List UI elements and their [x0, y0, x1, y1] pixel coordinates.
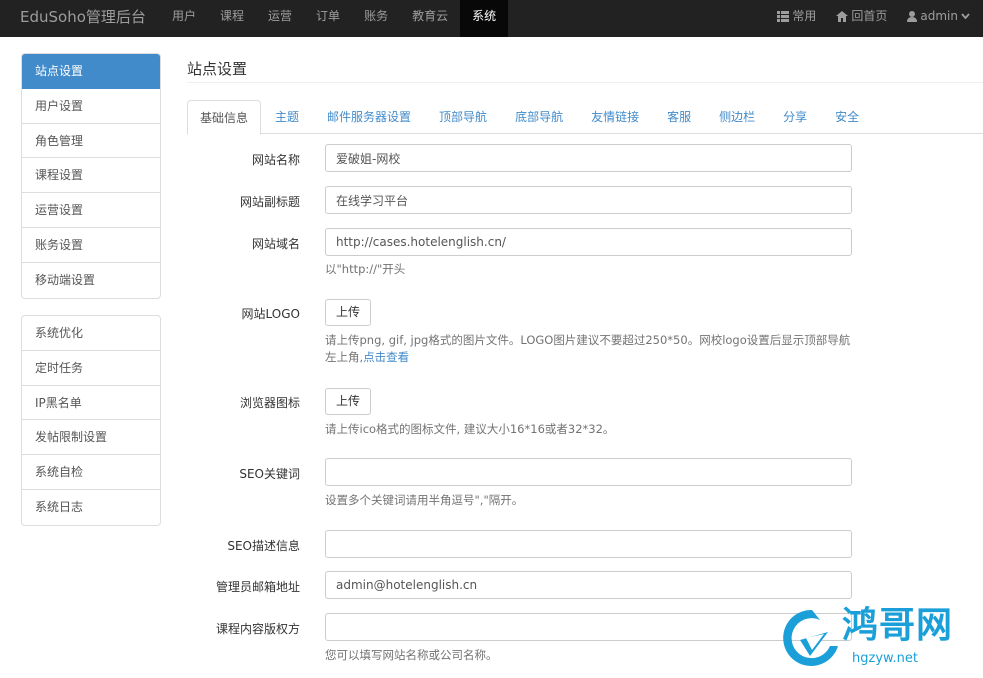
copyright-input[interactable]: [325, 613, 852, 641]
sidebar-item-operation-settings[interactable]: 运营设置: [22, 193, 160, 228]
sidebar-item-course-settings[interactable]: 课程设置: [22, 158, 160, 194]
tab-basic-info[interactable]: 基础信息: [187, 100, 262, 135]
user-icon: [907, 10, 918, 22]
nav-item-system[interactable]: 系统: [460, 0, 509, 37]
master-email-input[interactable]: [325, 571, 852, 599]
sidebar-settings-group: 站点设置 用户设置 角色管理 课程设置 运营设置 账务设置 移动端设置: [21, 53, 161, 299]
top-navbar: EduSoho管理后台 用户 课程 运营 订单 账务 教育云 系统 常用 回首页…: [0, 0, 983, 37]
logo-help-text: 请上传png, gif, jpg格式的图片文件。LOGO图片建议不要超过250*…: [325, 333, 851, 347]
logo-view-link[interactable]: 点击查看: [363, 350, 409, 364]
sidebar-item-system-log[interactable]: 系统日志: [22, 490, 160, 525]
master-email-label: 管理员邮箱地址: [215, 580, 300, 594]
site-url-input[interactable]: [325, 228, 852, 256]
sidebar-system-group: 系统优化 定时任务 IP黑名单 发帖限制设置 系统自检 系统日志: [21, 315, 161, 526]
sidebar-item-ip-blacklist[interactable]: IP黑名单: [22, 386, 160, 421]
copyright-label: 课程内容版权方: [215, 622, 300, 636]
watermark: 鸿哥网 hgzyw.net: [780, 604, 980, 674]
logo-upload-button[interactable]: 上传: [325, 299, 371, 326]
settings-tabs: 基础信息 主题 邮件服务器设置 顶部导航 底部导航 友情链接 客服 侧边栏 分享…: [187, 100, 983, 135]
home-icon: [836, 10, 849, 22]
nav-item-operations[interactable]: 运营: [256, 0, 304, 37]
site-slogan-input[interactable]: [325, 186, 852, 214]
tab-friend-links[interactable]: 友情链接: [577, 100, 653, 134]
seo-description-label: SEO描述信息: [227, 539, 300, 553]
home-label: 回首页: [851, 9, 888, 23]
home-link[interactable]: 回首页: [826, 0, 897, 32]
site-name-input[interactable]: [325, 144, 852, 172]
sidebar-item-account-settings[interactable]: 账务设置: [22, 228, 160, 263]
sidebar-item-scheduled-tasks[interactable]: 定时任务: [22, 351, 160, 386]
nav-item-orders[interactable]: 订单: [304, 0, 352, 37]
sidebar-item-mobile-settings[interactable]: 移动端设置: [22, 263, 160, 298]
logo-label: 网站LOGO: [241, 307, 300, 321]
brand-title[interactable]: EduSoho管理后台: [20, 8, 146, 26]
sidebar-item-site-settings[interactable]: 站点设置: [22, 54, 160, 89]
nav-right: 常用 回首页 admin: [767, 0, 983, 37]
chevron-down-icon: [961, 13, 970, 19]
common-menu-button[interactable]: 常用: [767, 0, 826, 32]
list-icon: [777, 10, 790, 22]
user-name: admin: [920, 9, 958, 23]
tab-theme[interactable]: 主题: [261, 100, 313, 134]
site-url-help: 以"http://"开头: [325, 262, 406, 276]
page-title: 站点设置: [187, 60, 248, 78]
tab-security[interactable]: 安全: [821, 100, 873, 134]
tab-share[interactable]: 分享: [769, 100, 821, 134]
seo-description-input[interactable]: [325, 530, 852, 558]
seo-keywords-input[interactable]: [325, 458, 852, 486]
nav-item-users[interactable]: 用户: [160, 0, 208, 37]
sidebar-item-user-settings[interactable]: 用户设置: [22, 89, 160, 124]
logo-help: 请上传png, gif, jpg格式的图片文件。LOGO图片建议不要超过250*…: [325, 332, 865, 366]
title-divider: [187, 82, 983, 83]
site-url-label: 网站域名: [251, 237, 300, 251]
watermark-url: hgzyw.net: [852, 651, 918, 666]
nav-item-accounts[interactable]: 账务: [352, 0, 400, 37]
main-menu: 用户 课程 运营 订单 账务 教育云 系统: [160, 0, 509, 37]
tab-customer-service[interactable]: 客服: [653, 100, 705, 134]
sidebar-item-post-limit[interactable]: 发帖限制设置: [22, 420, 160, 456]
watermark-logo-icon: [783, 609, 838, 666]
sidebar-item-role-management[interactable]: 角色管理: [22, 124, 160, 159]
logo-help-text-2: 左上角,: [325, 350, 364, 364]
seo-keywords-help: 设置多个关键词请用半角逗号","隔开。: [325, 493, 524, 507]
tab-sidebar[interactable]: 侧边栏: [705, 100, 769, 134]
copyright-help: 您可以填写网站名称或公司名称。: [325, 648, 498, 662]
site-name-label: 网站名称: [251, 153, 300, 167]
favicon-help: 请上传ico格式的图标文件, 建议大小16*16或者32*32。: [325, 422, 615, 436]
nav-item-courses[interactable]: 课程: [208, 0, 256, 37]
favicon-upload-button[interactable]: 上传: [325, 388, 371, 415]
user-menu[interactable]: admin: [897, 0, 983, 32]
tab-mail-server[interactable]: 邮件服务器设置: [313, 100, 425, 134]
favicon-label: 浏览器图标: [239, 396, 300, 410]
tab-top-nav[interactable]: 顶部导航: [425, 100, 501, 134]
sidebar-item-system-optimize[interactable]: 系统优化: [22, 316, 160, 351]
seo-keywords-label: SEO关键词: [239, 467, 300, 481]
site-slogan-label: 网站副标题: [239, 195, 300, 209]
tab-bottom-nav[interactable]: 底部导航: [501, 100, 577, 134]
nav-item-edu-cloud[interactable]: 教育云: [400, 0, 460, 37]
watermark-title: 鸿哥网: [842, 605, 954, 646]
sidebar-item-self-check[interactable]: 系统自检: [22, 455, 160, 490]
common-label: 常用: [792, 9, 817, 23]
